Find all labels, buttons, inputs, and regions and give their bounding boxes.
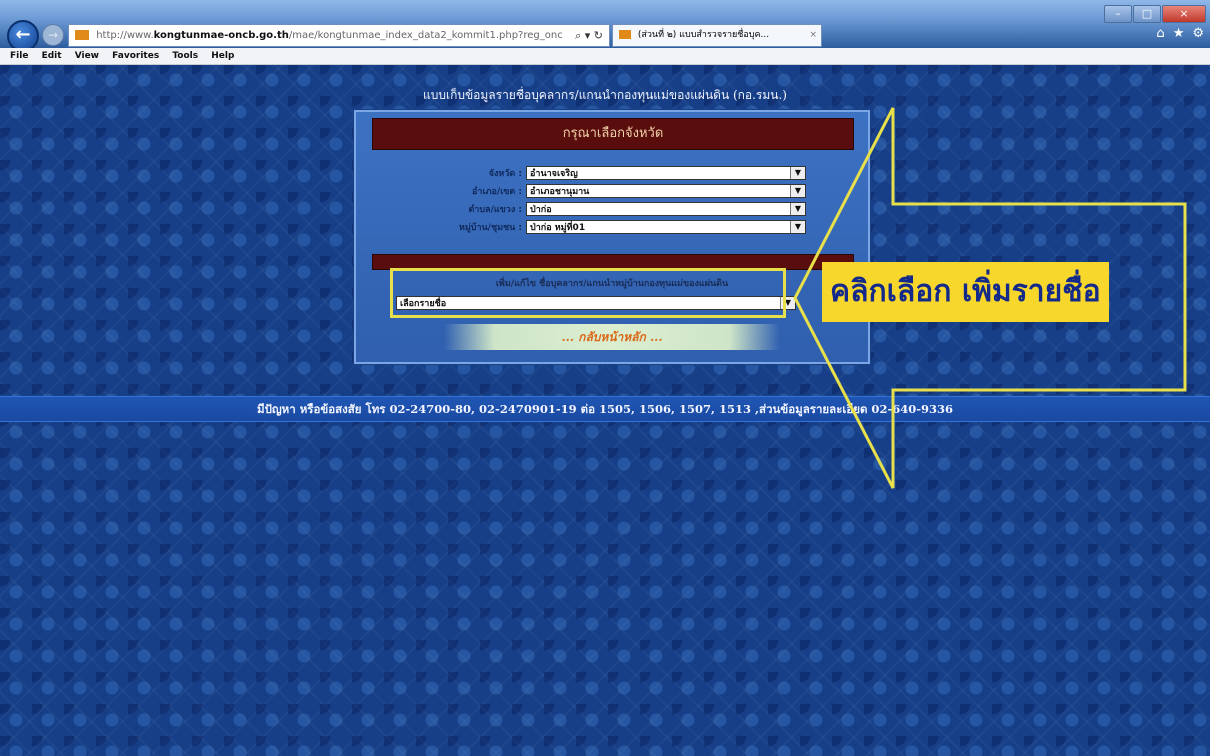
hint-label: คลิกเลือก เพิ่มรายชื่อ xyxy=(822,262,1109,322)
hint-arrow-icon xyxy=(793,107,1187,489)
